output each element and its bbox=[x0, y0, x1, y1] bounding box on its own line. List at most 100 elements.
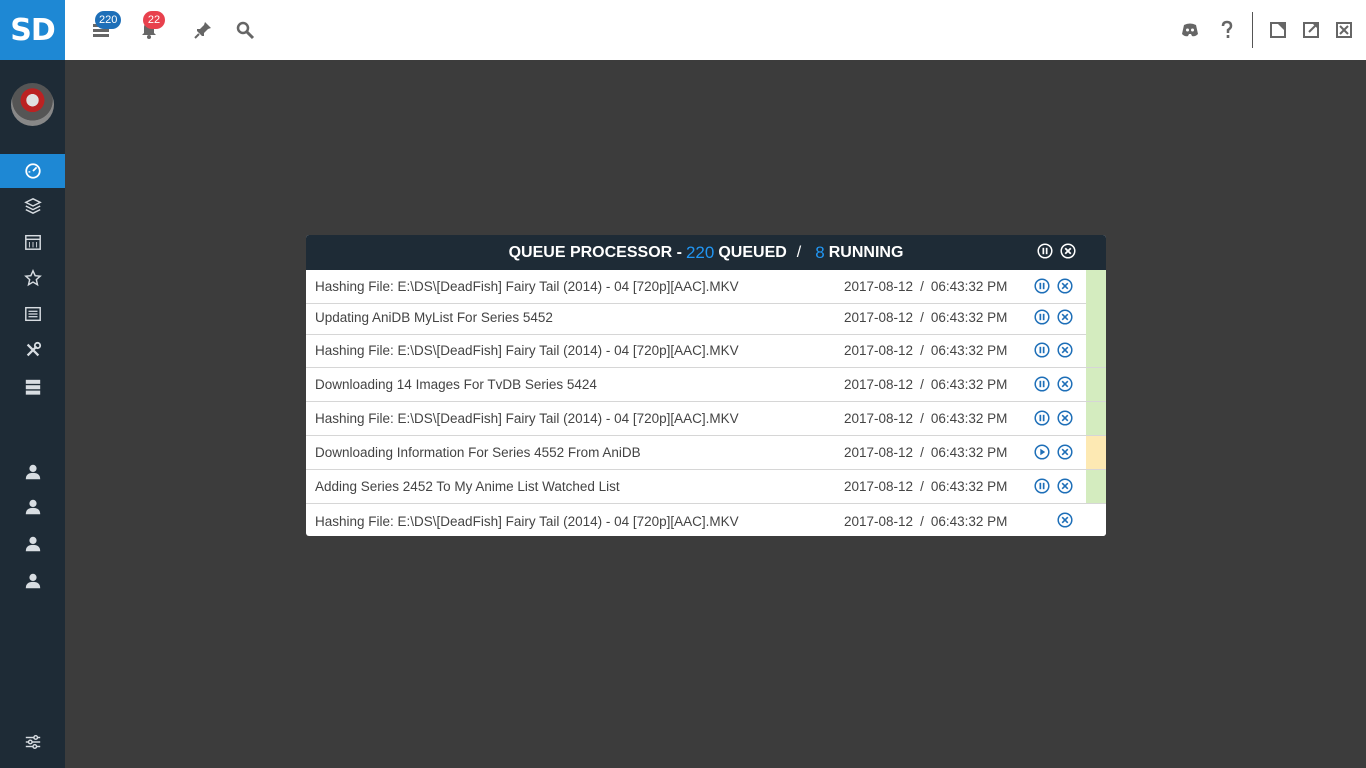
close-modal-icon[interactable] bbox=[1060, 243, 1076, 259]
queue-item-timestamp: 2017-08-12 / 06:43:32 PM bbox=[844, 514, 1007, 529]
sidebar-user-4[interactable] bbox=[0, 564, 65, 598]
queue-item-date: 2017-08-12 bbox=[844, 513, 914, 529]
minimize-icon[interactable] bbox=[1266, 18, 1290, 42]
queue-item-status-bar bbox=[1086, 436, 1106, 469]
avatar[interactable] bbox=[11, 83, 54, 126]
server-icon bbox=[25, 379, 40, 395]
queue-item-description: Downloading 14 Images For TvDB Series 54… bbox=[315, 377, 597, 392]
calendar-icon bbox=[24, 234, 41, 250]
app-logo[interactable]: SD bbox=[0, 0, 65, 60]
sidebar-item-favorites[interactable] bbox=[0, 261, 65, 295]
queue-row: Hashing File: E:\DS\[DeadFish] Fairy Tai… bbox=[306, 334, 1106, 368]
settings-sliders-icon bbox=[25, 734, 40, 750]
date-time-separator: / bbox=[920, 513, 924, 529]
sidebar-item-tools[interactable] bbox=[0, 333, 65, 367]
queue-item-status-bar bbox=[1086, 504, 1106, 536]
cancel-icon[interactable] bbox=[1057, 342, 1073, 358]
cancel-icon[interactable] bbox=[1057, 309, 1073, 325]
layers-icon bbox=[23, 197, 42, 215]
running-count: 8 bbox=[815, 242, 825, 262]
queue-row: Updating AniDB MyList For Series 5452 20… bbox=[306, 301, 1106, 335]
queue-item-description: Hashing File: E:\DS\[DeadFish] Fairy Tai… bbox=[315, 513, 739, 529]
date-time-separator: / bbox=[920, 445, 924, 460]
queue-item-date: 2017-08-12 bbox=[844, 411, 914, 426]
cancel-icon[interactable] bbox=[1057, 376, 1073, 392]
queue-item-time: 06:43:32 PM bbox=[930, 411, 1008, 426]
queue-item-controls bbox=[1034, 478, 1074, 494]
queue-item-controls bbox=[1034, 342, 1074, 358]
queue-item-description: Adding Series 2452 To My Anime List Watc… bbox=[315, 479, 620, 494]
pause-icon[interactable] bbox=[1034, 342, 1050, 358]
queue-item-date: 2017-08-12 bbox=[844, 445, 914, 460]
date-time-separator: / bbox=[920, 377, 924, 392]
queue-item-time: 06:43:32 PM bbox=[930, 279, 1008, 294]
date-time-separator: / bbox=[920, 411, 924, 426]
queue-item-date: 2017-08-12 bbox=[844, 310, 914, 325]
pause-icon[interactable] bbox=[1034, 278, 1050, 294]
queue-item-status-bar bbox=[1086, 334, 1106, 367]
star-icon bbox=[23, 269, 42, 287]
queue-item-description: Hashing File: E:\DS\[DeadFish] Fairy Tai… bbox=[315, 279, 739, 294]
queue-item-timestamp: 2017-08-12 / 06:43:32 PM bbox=[844, 411, 1007, 426]
close-icon[interactable] bbox=[1332, 18, 1356, 42]
cancel-icon[interactable] bbox=[1057, 410, 1073, 426]
maximize-icon[interactable] bbox=[1299, 18, 1323, 42]
sidebar-item-calendar[interactable] bbox=[0, 225, 65, 259]
sidebar-user-3[interactable] bbox=[0, 527, 65, 561]
sidebar-item-dashboard[interactable] bbox=[0, 154, 65, 188]
header-controls bbox=[1037, 243, 1076, 259]
dashboard-icon bbox=[24, 163, 41, 179]
cancel-icon[interactable] bbox=[1057, 278, 1073, 294]
queue-item-status-bar bbox=[1086, 402, 1106, 435]
modal-header: QUEUE PROCESSOR - 220 QUEUED / 8 RUNNING bbox=[306, 235, 1106, 270]
queued-count: 220 bbox=[685, 242, 715, 262]
sidebar-item-list[interactable] bbox=[0, 297, 65, 331]
sidebar-user-1[interactable] bbox=[0, 455, 65, 489]
discord-icon[interactable] bbox=[1178, 18, 1202, 42]
queue-row: Hashing File: E:\DS\[DeadFish] Fairy Tai… bbox=[306, 270, 1106, 304]
help-icon[interactable] bbox=[1215, 18, 1239, 42]
sidebar-item-server[interactable] bbox=[0, 370, 65, 404]
bell-icon[interactable]: 22 bbox=[137, 11, 165, 42]
pause-all-icon[interactable] bbox=[1037, 243, 1053, 259]
queue-item-description: Updating AniDB MyList For Series 5452 bbox=[315, 310, 553, 325]
pause-icon[interactable] bbox=[1034, 309, 1050, 325]
queue-item-timestamp: 2017-08-12 / 06:43:32 PM bbox=[844, 279, 1007, 294]
queue-item-description: Hashing File: E:\DS\[DeadFish] Fairy Tai… bbox=[315, 343, 739, 358]
queue-item-time: 06:43:32 PM bbox=[930, 377, 1008, 392]
queue-item-timestamp: 2017-08-12 / 06:43:32 PM bbox=[844, 479, 1007, 494]
sidebar-user-2[interactable] bbox=[0, 490, 65, 524]
queue-item-status-bar bbox=[1086, 470, 1106, 503]
date-time-separator: / bbox=[920, 310, 924, 325]
cancel-icon[interactable] bbox=[1057, 512, 1073, 528]
queue-item-description: Downloading Information For Series 4552 … bbox=[315, 445, 641, 460]
queue-row: Hashing File: E:\DS\[DeadFish] Fairy Tai… bbox=[306, 402, 1106, 436]
queue-item-time: 06:43:32 PM bbox=[930, 310, 1008, 325]
queue-row: Adding Series 2452 To My Anime List Watc… bbox=[306, 470, 1106, 504]
queue-item-date: 2017-08-12 bbox=[844, 377, 914, 392]
date-time-separator: / bbox=[920, 279, 924, 294]
queue-item-date: 2017-08-12 bbox=[844, 343, 914, 358]
cancel-icon[interactable] bbox=[1057, 444, 1073, 460]
queue-item-timestamp: 2017-08-12 / 06:43:32 PM bbox=[844, 445, 1007, 460]
queue-item-timestamp: 2017-08-12 / 06:43:32 PM bbox=[844, 377, 1007, 392]
sidebar-item-collection[interactable] bbox=[0, 189, 65, 223]
tools-icon bbox=[26, 341, 41, 357]
pause-icon[interactable] bbox=[1034, 478, 1050, 494]
queue-item-date: 2017-08-12 bbox=[844, 479, 914, 494]
notification-count-badge: 22 bbox=[143, 11, 165, 29]
play-icon[interactable] bbox=[1034, 444, 1050, 460]
queue-icon[interactable]: 220 bbox=[89, 11, 122, 42]
pause-icon[interactable] bbox=[1034, 410, 1050, 426]
pin-icon[interactable] bbox=[191, 18, 215, 42]
running-label: RUNNING bbox=[828, 243, 904, 261]
toolbar-divider bbox=[1252, 12, 1253, 48]
sidebar-settings[interactable] bbox=[0, 725, 65, 759]
cancel-icon[interactable] bbox=[1057, 478, 1073, 494]
queue-row: Downloading Information For Series 4552 … bbox=[306, 436, 1106, 470]
pause-icon[interactable] bbox=[1034, 376, 1050, 392]
queue-item-time: 06:43:32 PM bbox=[930, 445, 1008, 460]
search-icon[interactable] bbox=[233, 18, 257, 42]
queue-row: Downloading 14 Images For TvDB Series 54… bbox=[306, 368, 1106, 402]
queued-label: QUEUED bbox=[718, 243, 787, 261]
